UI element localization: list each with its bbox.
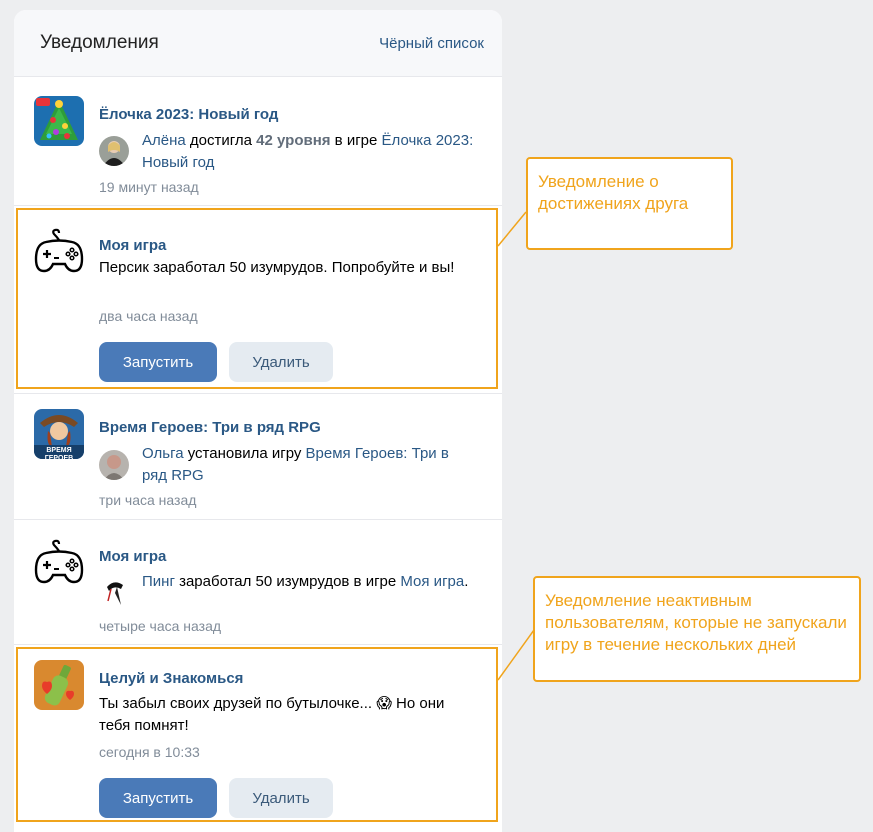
- notification-text: Персик заработал 50 изумрудов. Попробуйт…: [99, 259, 455, 276]
- notification-text-part: в игре: [330, 132, 382, 149]
- christmas-tree-game-icon[interactable]: [34, 96, 84, 146]
- notification-text-part: установила игру: [183, 445, 306, 462]
- timestamp: 19 минут назад: [99, 179, 199, 195]
- app-title-link[interactable]: Моя игра: [99, 237, 166, 254]
- app-title-link[interactable]: Ёлочка 2023: Новый год: [99, 106, 278, 123]
- scream-emoji-icon: 😱: [376, 695, 392, 712]
- app-title-link[interactable]: Время Героев: Три в ряд RPG: [99, 419, 321, 436]
- avatar[interactable]: [99, 136, 129, 166]
- actor-link[interactable]: Пинг: [142, 573, 175, 590]
- callout-friend-achievement: Уведомление о достижениях друга: [526, 157, 733, 250]
- hero-game-icon[interactable]: ВРЕМЯ ГЕРОЕВ: [34, 409, 84, 459]
- notification-text-part: .: [464, 573, 469, 590]
- notification-text-part: Ты забыл своих друзей по бутылочке...: [99, 695, 377, 712]
- notifications-panel: Уведомления Чёрный список Ёлочка 2023: Н…: [14, 10, 502, 832]
- callout-inactive-users: Уведомление неактивным пользователям, ко…: [533, 576, 861, 682]
- level-text: 42 уровня: [256, 132, 331, 149]
- delete-button[interactable]: Удалить: [229, 778, 333, 818]
- notification-item: Целуй и Знакомься Ты забыл своих друзей …: [14, 646, 502, 832]
- icon-caption: ВРЕМЯ ГЕРОЕВ: [44, 447, 74, 459]
- panel-header: Уведомления Чёрный список: [14, 10, 502, 77]
- notification-text: Ты забыл своих друзей по бутылочке... 😱 …: [99, 693, 474, 737]
- actor-link[interactable]: Ольга: [142, 445, 184, 462]
- timestamp: два часа назад: [99, 308, 198, 324]
- delete-button[interactable]: Удалить: [229, 342, 333, 382]
- notification-text: Алёна достигла 42 уровня в игре Ёлочка 2…: [142, 130, 477, 174]
- launch-button[interactable]: Запустить: [99, 342, 217, 382]
- timestamp: три часа назад: [99, 492, 197, 508]
- app-title-link[interactable]: Моя игра: [99, 548, 166, 565]
- game-link[interactable]: Моя игра: [400, 573, 464, 590]
- page-title: Уведомления: [40, 32, 159, 53]
- timestamp: четыре часа назад: [99, 618, 222, 634]
- notification-item: Ёлочка 2023: Новый год Алёна достигла 42…: [14, 78, 502, 206]
- avatar[interactable]: [99, 577, 129, 607]
- gamepad-icon[interactable]: [34, 538, 84, 588]
- notification-item: Моя игра Пинг заработал 50 изумрудов в и…: [14, 521, 502, 645]
- notification-text-part: достигла: [185, 132, 257, 149]
- actor-link[interactable]: Алёна: [142, 132, 186, 149]
- notification-text: Ольга установила игру Время Героев: Три …: [142, 443, 477, 487]
- timestamp: сегодня в 10:33: [99, 744, 200, 760]
- notification-item: ВРЕМЯ ГЕРОЕВ Время Героев: Три в ряд RPG…: [14, 395, 502, 520]
- notification-text-part: заработал 50 изумрудов в игре: [174, 573, 401, 590]
- blacklist-link[interactable]: Чёрный список: [379, 35, 484, 52]
- bottle-game-icon[interactable]: [34, 660, 84, 710]
- notification-item: Моя игра Персик заработал 50 изумрудов. …: [14, 207, 502, 394]
- avatar[interactable]: [99, 450, 129, 480]
- app-title-link[interactable]: Целуй и Знакомься: [99, 670, 243, 687]
- gamepad-icon[interactable]: [34, 227, 84, 277]
- notification-text: Пинг заработал 50 изумрудов в игре Моя и…: [142, 571, 477, 593]
- launch-button[interactable]: Запустить: [99, 778, 217, 818]
